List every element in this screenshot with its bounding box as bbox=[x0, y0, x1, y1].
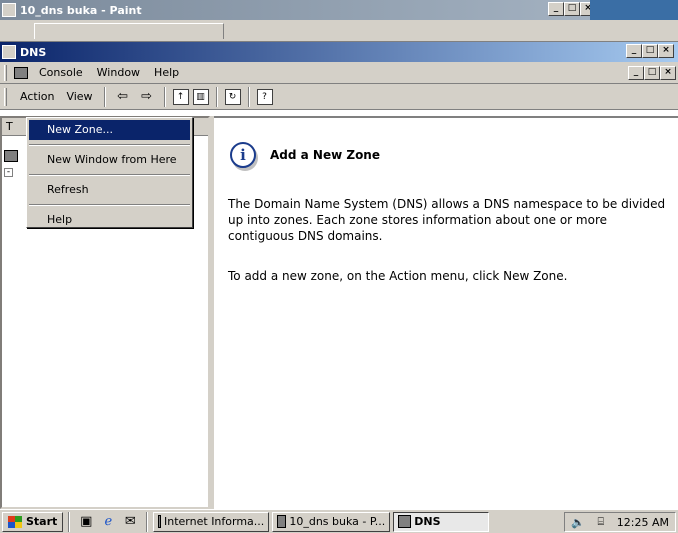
up-folder-icon[interactable]: ↑ bbox=[172, 88, 189, 105]
dns-close-button[interactable]: × bbox=[658, 44, 674, 58]
paint-title-bar[interactable]: 10_dns buka - Paint _ □ × bbox=[0, 0, 678, 20]
detail-instruction: To add a new zone, on the Action menu, c… bbox=[228, 269, 568, 283]
toolbar-separator bbox=[215, 86, 218, 107]
menu-item-help[interactable]: Help bbox=[29, 210, 190, 230]
task-button-iis[interactable]: Internet Informa... bbox=[153, 511, 270, 532]
paint-tab-region bbox=[34, 23, 224, 39]
task-label-dns: DNS bbox=[414, 515, 441, 528]
paint-icon bbox=[2, 3, 16, 17]
taskbar-separator bbox=[146, 511, 149, 532]
dns-title-text: DNS bbox=[20, 45, 47, 59]
dns-minimize-button[interactable]: _ bbox=[626, 44, 642, 58]
paint-title-text: 10_dns buka - Paint bbox=[20, 3, 142, 17]
clock[interactable]: 12:25 AM bbox=[617, 516, 669, 529]
detail-description: The Domain Name System (DNS) allows a DN… bbox=[228, 197, 666, 243]
outlook-express-icon[interactable]: ✉ bbox=[121, 513, 139, 531]
tree-node-dns-root[interactable] bbox=[4, 148, 22, 164]
action-menu: New Zone... New Window from Here Refresh… bbox=[26, 117, 193, 228]
windows-flag-icon bbox=[8, 515, 22, 528]
dns-icon bbox=[4, 150, 18, 162]
menu-action[interactable]: Action bbox=[14, 90, 60, 103]
network-icon[interactable]: ⌸ bbox=[597, 515, 604, 529]
paint-window-buttons: _ □ × bbox=[548, 2, 596, 16]
task-label-iis: Internet Informa... bbox=[164, 515, 265, 528]
mdi-minimize-button[interactable]: _ bbox=[628, 66, 644, 80]
mdi-window-buttons: _ □ × bbox=[628, 66, 676, 80]
start-button[interactable]: Start bbox=[2, 511, 64, 532]
dns-window-buttons: _ □ × bbox=[626, 44, 674, 58]
tree-body: - bbox=[4, 148, 22, 180]
menu-item-new-window[interactable]: New Window from Here bbox=[29, 150, 190, 170]
toolbar-separator bbox=[163, 86, 166, 107]
mdi-restore-button[interactable]: □ bbox=[644, 66, 660, 80]
system-tray: 🔈 ⌸ 12:25 AM bbox=[564, 512, 676, 532]
collapse-icon[interactable]: - bbox=[4, 167, 13, 177]
forward-arrow-icon[interactable]: ⇨ bbox=[137, 87, 157, 107]
toolbar-separator bbox=[103, 86, 106, 107]
zone-header: i Add a New Zone bbox=[230, 142, 380, 168]
help-icon[interactable]: ? bbox=[256, 88, 273, 105]
detail-heading: Add a New Zone bbox=[270, 148, 380, 162]
paint-icon bbox=[277, 515, 287, 528]
paint-minimize-button[interactable]: _ bbox=[548, 2, 564, 16]
menu-separator bbox=[29, 204, 190, 206]
dns-maximize-button[interactable]: □ bbox=[642, 44, 658, 58]
iis-icon bbox=[158, 515, 162, 528]
mdi-close-button[interactable]: × bbox=[660, 66, 676, 80]
volume-icon[interactable]: 🔈 bbox=[571, 516, 585, 529]
paint-menu-strip bbox=[0, 20, 678, 42]
menu-help[interactable]: Help bbox=[147, 66, 186, 79]
tree-node-expander[interactable]: - bbox=[4, 164, 22, 180]
menu-item-refresh[interactable]: Refresh bbox=[29, 180, 190, 200]
menu-console[interactable]: Console bbox=[32, 66, 90, 79]
dns-icon bbox=[2, 45, 16, 59]
menu-separator bbox=[29, 144, 190, 146]
dns-title-bar[interactable]: DNS _ □ × bbox=[0, 42, 678, 62]
detail-pane: i Add a New Zone The Domain Name System … bbox=[214, 116, 678, 509]
paint-maximize-button[interactable]: □ bbox=[564, 2, 580, 16]
action-toolbar: Action View ⇦ ⇨ ↑ ▥ ↻ ? bbox=[0, 84, 678, 110]
menu-item-new-zone[interactable]: New Zone... bbox=[29, 120, 190, 140]
menu-separator bbox=[29, 174, 190, 176]
task-button-paint[interactable]: 10_dns buka - P... bbox=[272, 511, 391, 532]
console-menubar: Console Window Help _ □ × bbox=[0, 62, 678, 84]
taskbar: Start ▣ ℯ ✉ Internet Informa... 10_dns b… bbox=[0, 509, 678, 533]
console-icon bbox=[14, 66, 28, 79]
internet-explorer-icon[interactable]: ℯ bbox=[99, 513, 117, 531]
toolbar-grip[interactable] bbox=[4, 88, 7, 106]
task-label-paint: 10_dns buka - P... bbox=[289, 515, 386, 528]
back-arrow-icon[interactable]: ⇦ bbox=[113, 87, 133, 107]
dns-icon bbox=[398, 515, 412, 528]
task-button-dns[interactable]: DNS bbox=[393, 511, 490, 532]
start-label: Start bbox=[26, 515, 58, 528]
taskbar-separator bbox=[68, 511, 71, 532]
menu-window[interactable]: Window bbox=[90, 66, 147, 79]
show-hide-tree-icon[interactable]: ▥ bbox=[192, 88, 209, 105]
menu-view[interactable]: View bbox=[60, 90, 98, 103]
menubar-grip[interactable] bbox=[4, 65, 7, 81]
info-icon: i bbox=[230, 142, 256, 168]
show-desktop-icon[interactable]: ▣ bbox=[77, 513, 95, 531]
desktop-background bbox=[590, 0, 678, 20]
toolbar-separator bbox=[247, 86, 250, 107]
refresh-icon[interactable]: ↻ bbox=[224, 88, 241, 105]
